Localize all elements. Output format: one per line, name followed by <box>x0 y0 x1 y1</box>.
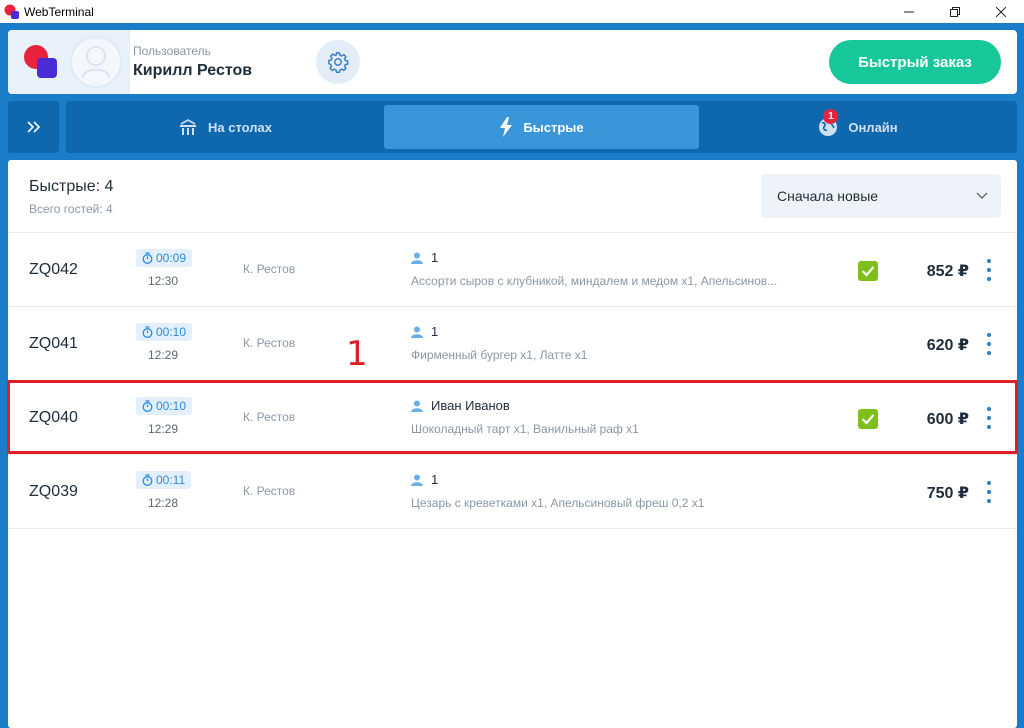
minimize-button[interactable] <box>886 0 932 23</box>
window-titlebar: WebTerminal <box>0 0 1024 23</box>
tab-label: Онлайн <box>848 119 898 135</box>
order-price: 600 ₽ <box>926 411 969 428</box>
order-code: ZQ039 <box>29 483 78 500</box>
list-title: Быстрые: 4 <box>29 178 114 195</box>
double-chevron-right-icon <box>26 121 40 133</box>
order-items: Шоколадный тарт x1, Ванильный раф x1 <box>411 422 639 436</box>
order-timer: 00:10 <box>136 397 193 415</box>
order-waiter: К. Рестов <box>243 410 296 424</box>
order-row[interactable]: ZQ042 00:09 12:30 К. Рестов 1 Ассорти сы… <box>8 232 1017 306</box>
user-name: Кирилл Рестов <box>133 62 253 79</box>
app-logo-icon <box>4 4 19 19</box>
stopwatch-icon <box>142 400 153 412</box>
timer-value: 00:10 <box>156 325 187 339</box>
person-icon <box>411 252 423 264</box>
user-label: Пользователь <box>133 44 211 58</box>
order-time: 12:29 <box>148 422 179 436</box>
timer-value: 00:11 <box>156 473 186 487</box>
more-options-icon[interactable] <box>986 333 992 355</box>
guest-value: 1 <box>431 472 439 487</box>
restore-icon <box>950 6 960 17</box>
order-guest: 1 <box>411 472 438 487</box>
more-options-icon[interactable] <box>986 481 992 503</box>
close-icon <box>996 6 1006 17</box>
order-guest: Иван Иванов <box>411 398 510 413</box>
order-time: 12:30 <box>148 274 179 288</box>
stopwatch-icon <box>142 326 153 338</box>
settings-button[interactable] <box>316 40 360 84</box>
chevron-down-icon <box>976 192 988 199</box>
order-code: ZQ042 <box>29 261 78 278</box>
order-price: 750 ₽ <box>926 485 969 502</box>
order-price: 620 ₽ <box>926 337 969 354</box>
order-timer: 00:10 <box>136 323 193 341</box>
gear-icon <box>328 52 349 73</box>
user-silhouette-icon <box>82 46 110 79</box>
order-items: Фирменный бургер x1, Латте x1 <box>411 348 588 362</box>
nav-tabs: На столах Быстрые 1 Онлайн <box>66 101 1017 153</box>
order-guest: 1 <box>411 324 438 339</box>
order-waiter: К. Рестов <box>243 336 296 350</box>
order-price: 852 ₽ <box>926 263 969 280</box>
order-time: 12:29 <box>148 348 179 362</box>
guest-value: Иван Иванов <box>431 398 510 413</box>
stopwatch-icon <box>142 252 153 264</box>
order-code: ZQ040 <box>29 409 78 426</box>
maximize-button[interactable] <box>932 0 978 23</box>
annotation-number: 1 <box>346 334 368 374</box>
more-options-icon[interactable] <box>986 259 992 281</box>
timer-value: 00:10 <box>156 399 187 413</box>
header: Пользователь Кирилл Рестов Быстрый заказ <box>8 30 1017 94</box>
person-icon <box>411 326 423 338</box>
order-waiter: К. Рестов <box>243 484 296 498</box>
tab-on-tables[interactable]: На столах <box>70 105 380 149</box>
order-row[interactable]: ZQ039 00:11 12:28 К. Рестов 1 Цезарь с к… <box>8 454 1017 528</box>
tab-label: На столах <box>208 119 272 135</box>
brand-logo-square <box>37 58 57 78</box>
user-avatar[interactable] <box>70 36 122 88</box>
order-timer: 00:11 <box>136 471 192 489</box>
checkmark-icon <box>861 414 875 425</box>
timer-value: 00:09 <box>156 251 187 265</box>
app-frame: Пользователь Кирилл Рестов Быстрый заказ <box>0 23 1024 728</box>
tab-label: Быстрые <box>523 119 584 135</box>
tables-icon <box>180 119 196 135</box>
orders-panel: Быстрые: 4 Всего гостей: 4 Сначала новые… <box>7 160 1018 728</box>
tab-quick[interactable]: Быстрые <box>384 105 699 149</box>
guest-value: 1 <box>431 250 439 265</box>
lightning-icon <box>500 117 513 137</box>
order-row[interactable]: ZQ041 00:10 12:29 К. Рестов 1 Фирменный … <box>8 306 1017 380</box>
order-waiter: К. Рестов <box>243 262 296 276</box>
paid-checkbox[interactable] <box>858 409 878 429</box>
order-time: 12:28 <box>148 496 179 510</box>
person-icon <box>411 474 423 486</box>
tab-online[interactable]: 1 Онлайн <box>703 105 1013 149</box>
sort-selected-value: Сначала новые <box>777 188 879 204</box>
paid-checkbox[interactable] <box>858 261 878 281</box>
window-title: WebTerminal <box>24 5 94 19</box>
nav-expand-button[interactable] <box>8 101 59 153</box>
close-button[interactable] <box>978 0 1024 23</box>
minimize-icon <box>904 11 914 12</box>
checkmark-icon <box>861 266 875 277</box>
order-row-highlighted[interactable]: ZQ040 00:10 12:29 К. Рестов Иван Иванов … <box>7 380 1018 454</box>
order-guest: 1 <box>411 250 438 265</box>
online-icon-wrap: 1 <box>818 109 839 137</box>
person-icon <box>411 400 423 412</box>
quick-order-button[interactable]: Быстрый заказ <box>829 40 1001 84</box>
order-code: ZQ041 <box>29 335 78 352</box>
list-divider <box>8 528 1017 529</box>
order-items: Цезарь с креветками x1, Апельсиновый фре… <box>411 496 705 510</box>
more-options-icon[interactable] <box>986 407 992 429</box>
stopwatch-icon <box>142 474 153 486</box>
order-timer: 00:09 <box>136 249 193 267</box>
order-items: Ассорти сыров с клубникой, миндалем и ме… <box>411 274 778 288</box>
sort-dropdown[interactable]: Сначала новые <box>761 174 1001 218</box>
guest-value: 1 <box>431 324 439 339</box>
guest-count: Всего гостей: 4 <box>29 202 113 216</box>
